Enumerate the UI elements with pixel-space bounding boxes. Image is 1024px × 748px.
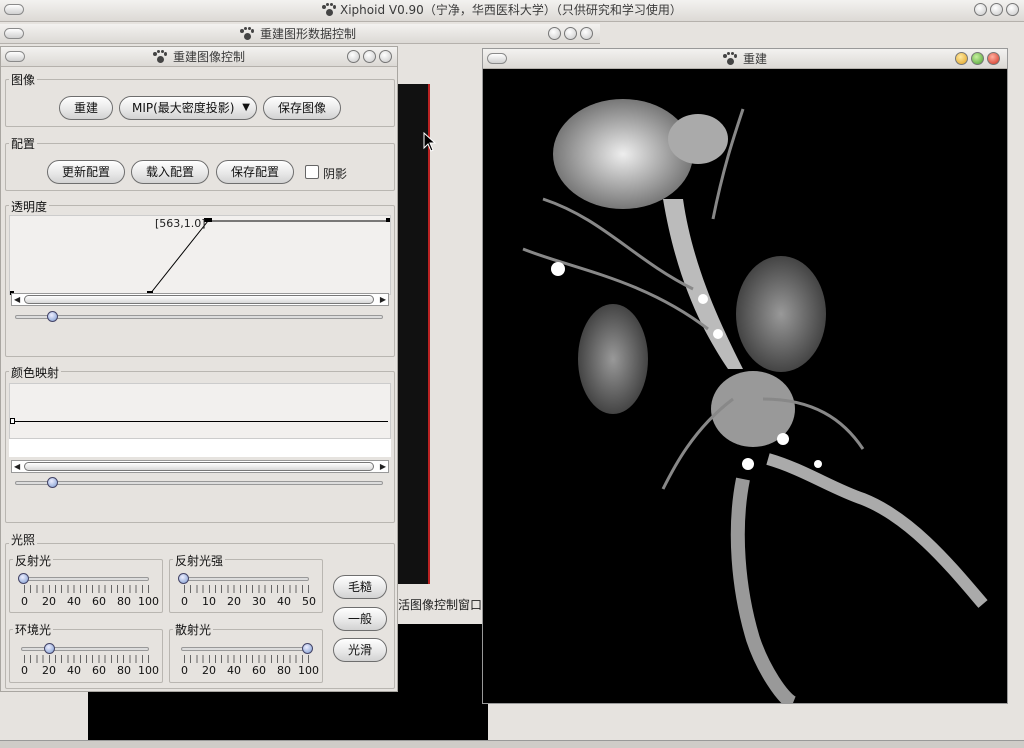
paw-icon xyxy=(240,27,254,41)
reflect-slider-knob[interactable] xyxy=(18,573,29,584)
maximize-button[interactable] xyxy=(990,3,1003,16)
back-window-title: 重建图形数据控制 xyxy=(260,27,357,41)
reflect-ticks xyxy=(24,585,150,593)
render-window-titlebar: 重建 xyxy=(483,49,1007,69)
diffuse-label: 散射光 xyxy=(173,621,214,638)
ambient-label: 环境光 xyxy=(13,621,54,638)
minimize-button[interactable] xyxy=(974,3,987,16)
rebuild-button[interactable]: 重建 xyxy=(59,96,113,120)
preview-image xyxy=(398,84,430,584)
save-config-button[interactable]: 保存配置 xyxy=(216,160,294,184)
scroll-right-icon[interactable]: ▶ xyxy=(380,462,386,472)
minimize-button[interactable] xyxy=(548,27,561,40)
shadow-checkbox[interactable] xyxy=(305,165,319,179)
minimize-button[interactable] xyxy=(347,50,360,63)
render-window-title: 重建 xyxy=(743,52,768,66)
close-button[interactable] xyxy=(580,27,593,40)
app-title: Xiphoid V0.90（宁净，华西医科大学）（只供研究和学习使用） xyxy=(340,3,682,17)
opacity-group-label: 透明度 xyxy=(9,198,50,215)
lighting-group-label: 光照 xyxy=(9,531,38,548)
chevron-down-icon: ▼ xyxy=(242,102,250,113)
normal-preset-button[interactable]: 一般 xyxy=(333,607,387,631)
close-button[interactable] xyxy=(379,50,392,63)
diffuse-slider-track[interactable] xyxy=(181,647,309,651)
color-map-slider-track[interactable] xyxy=(15,481,383,485)
reflect-strength-slider-knob[interactable] xyxy=(178,573,189,584)
taskbar xyxy=(0,740,1024,748)
opacity-slider-track[interactable] xyxy=(15,315,383,319)
control-window-titlebar: 重建图像控制 xyxy=(1,47,397,67)
load-config-button[interactable]: 载入配置 xyxy=(131,160,209,184)
opacity-point-label: [563,1.0] xyxy=(155,217,206,230)
app-titlebar: Xiphoid V0.90（宁净，华西医科大学）（只供研究和学习使用） xyxy=(0,0,1024,22)
rough-preset-button[interactable]: 毛糙 xyxy=(333,575,387,599)
window-menu-button[interactable] xyxy=(4,4,24,15)
vessel-render-image xyxy=(522,99,988,703)
opacity-scrollbar[interactable]: ◀ ▶ xyxy=(11,293,389,306)
color-map-slider-knob[interactable] xyxy=(47,477,58,488)
ambient-slider-track[interactable] xyxy=(21,647,149,651)
scroll-right-icon[interactable]: ▶ xyxy=(380,295,386,305)
update-config-button[interactable]: 更新配置 xyxy=(47,160,125,184)
render-mode-value: MIP(最大密度投影) xyxy=(132,101,235,115)
color-map-canvas[interactable] xyxy=(9,383,391,439)
paw-icon xyxy=(723,52,737,66)
diffuse-slider-knob[interactable] xyxy=(302,643,313,654)
paw-icon xyxy=(322,3,336,17)
color-map-group-label: 颜色映射 xyxy=(9,364,62,381)
opacity-slider-knob[interactable] xyxy=(47,311,58,322)
reflect-label: 反射光 xyxy=(13,552,54,569)
smooth-preset-button[interactable]: 光滑 xyxy=(333,638,387,662)
window-menu-button[interactable] xyxy=(487,53,507,64)
status-text: 活图像控制窗口 xyxy=(398,598,483,612)
minimize-button[interactable] xyxy=(955,52,968,65)
maximize-button[interactable] xyxy=(971,52,984,65)
color-map-scrollbar[interactable]: ◀ ▶ xyxy=(11,460,389,473)
window-menu-button[interactable] xyxy=(4,28,24,39)
scroll-left-icon[interactable]: ◀ xyxy=(14,295,20,305)
color-point xyxy=(10,418,15,424)
shadow-label: 阴影 xyxy=(323,167,348,181)
save-image-button[interactable]: 保存图像 xyxy=(263,96,341,120)
config-group-label: 配置 xyxy=(9,135,38,152)
close-button[interactable] xyxy=(1006,3,1019,16)
reflect-slider-track[interactable] xyxy=(21,577,149,581)
control-window: 重建图像控制 图像 重建 MIP(最大密度投影) ▼ 保存图像 配置 更新配置 … xyxy=(0,46,398,692)
scroll-thumb[interactable] xyxy=(24,295,374,304)
maximize-button[interactable] xyxy=(564,27,577,40)
render-window: 重建 xyxy=(482,48,1008,704)
curve-point xyxy=(386,218,390,222)
render-viewport[interactable] xyxy=(483,69,1007,703)
close-button[interactable] xyxy=(987,52,1000,65)
render-mode-select[interactable]: MIP(最大密度投影) ▼ xyxy=(119,96,257,120)
reflect-strength-label: 反射光强 xyxy=(173,552,226,569)
paw-icon xyxy=(153,50,167,64)
window-menu-button[interactable] xyxy=(5,51,25,62)
reflect-strength-ticks xyxy=(184,585,310,593)
color-gradient-bar xyxy=(9,439,391,457)
back-window-titlebar: 重建图形数据控制 xyxy=(0,24,600,44)
ambient-ticks xyxy=(24,655,150,663)
image-group-label: 图像 xyxy=(9,71,38,88)
reflect-strength-slider-track[interactable] xyxy=(181,577,309,581)
scroll-left-icon[interactable]: ◀ xyxy=(14,462,20,472)
scroll-thumb[interactable] xyxy=(24,462,374,471)
ambient-slider-knob[interactable] xyxy=(44,643,55,654)
diffuse-ticks xyxy=(184,655,310,663)
mouse-cursor-icon xyxy=(423,132,437,152)
maximize-button[interactable] xyxy=(363,50,376,63)
control-window-title: 重建图像控制 xyxy=(173,50,246,64)
